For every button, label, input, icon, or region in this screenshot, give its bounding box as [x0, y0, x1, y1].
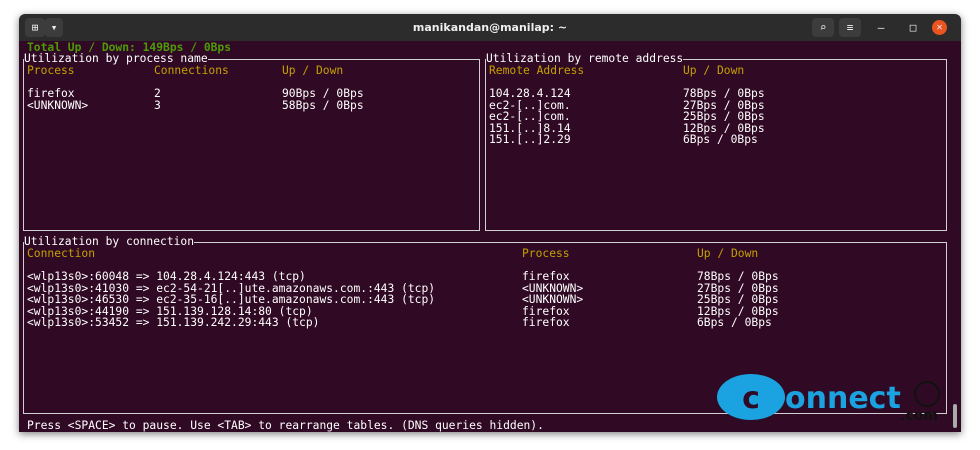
- status-line: Press <SPACE> to pause. Use <TAB> to rea…: [27, 419, 544, 432]
- search-icon[interactable]: ⌕: [812, 18, 834, 37]
- table-row-cell: 6Bps / 0Bps: [697, 316, 772, 330]
- minimize-icon[interactable]: –: [871, 18, 891, 37]
- table-row-cell: 151.[..]2.29: [489, 133, 571, 147]
- remote-table: Utilization by remote address Remote Add…: [485, 53, 947, 231]
- header-connection: Connection: [27, 247, 96, 260]
- header-up-down: Up / Down: [697, 247, 759, 260]
- table-row-cell: <wlp13s0>:53452 => 151.139.242.29:443 (t…: [27, 316, 320, 330]
- header-process: Process: [27, 64, 75, 77]
- svg-text:c: c: [742, 381, 760, 416]
- table-row-cell: firefox: [522, 316, 570, 330]
- table-row-cell: 58Bps / 0Bps: [282, 98, 364, 112]
- scrollbar[interactable]: [953, 404, 957, 428]
- header-up-down: Up / Down: [282, 64, 344, 77]
- process-table: Utilization by process name Process Conn…: [23, 53, 480, 231]
- maximize-icon[interactable]: □: [903, 18, 923, 37]
- close-icon[interactable]: ✕: [932, 20, 947, 35]
- header-connections: Connections: [154, 64, 229, 77]
- watermark-logo: c onnect .com: [715, 370, 945, 429]
- table-row-cell: <UNKNOWN>: [27, 98, 89, 112]
- header-up-down: Up / Down: [683, 64, 745, 77]
- svg-text:.com: .com: [900, 408, 938, 424]
- table-row-cell: 3: [154, 98, 161, 112]
- header-process: Process: [522, 247, 570, 260]
- title-bar: ⊞ ▾ manikandan@manilap: ~ ⌕ ≡ – □ ✕: [19, 14, 961, 41]
- table-row-cell: 6Bps / 0Bps: [683, 133, 758, 147]
- header-remote-address: Remote Address: [489, 64, 585, 77]
- hamburger-icon[interactable]: ≡: [839, 18, 861, 37]
- svg-text:onnect: onnect: [785, 381, 901, 416]
